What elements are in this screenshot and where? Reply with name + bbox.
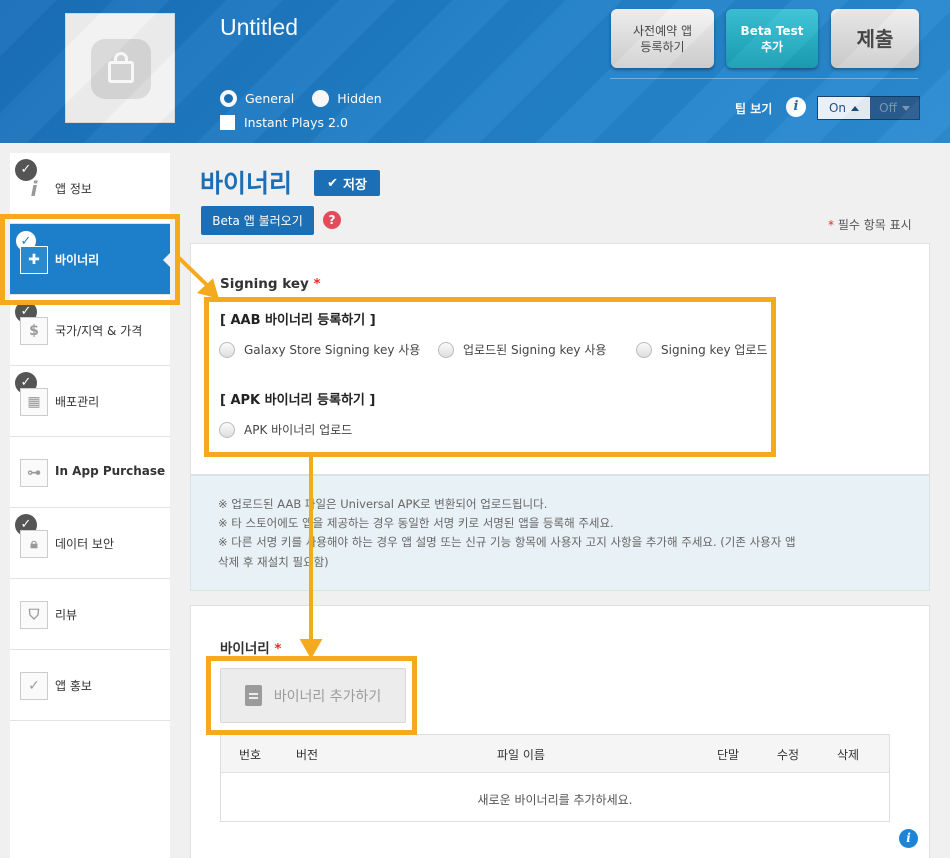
- column-header: 수정: [777, 748, 800, 762]
- general-radio-label: General: [245, 91, 295, 106]
- help-icon[interactable]: ?: [323, 211, 341, 229]
- app-icon-placeholder[interactable]: [65, 13, 175, 123]
- info-icon[interactable]: i: [786, 97, 806, 117]
- visibility-radio-group: General Hidden: [220, 90, 400, 107]
- binary-label: 바이너리 *: [220, 641, 282, 657]
- instant-plays-label: Instant Plays 2.0: [244, 115, 348, 130]
- beta-test-add-button[interactable]: Beta Test 추가: [726, 9, 818, 68]
- shield-icon: ⛉: [20, 601, 48, 629]
- promo-icon: ✓: [20, 672, 48, 700]
- caret-down-icon: [901, 105, 910, 111]
- instant-plays-row: Instant Plays 2.0: [220, 115, 348, 130]
- sidebar-item-review[interactable]: ⛉ 리뷰: [10, 579, 170, 650]
- calendar-icon: ▦: [20, 388, 48, 416]
- instant-plays-checkbox[interactable]: [220, 115, 235, 130]
- toggle-off[interactable]: Off: [870, 97, 919, 119]
- hidden-radio-label: Hidden: [337, 91, 382, 106]
- preorder-register-button[interactable]: 사전예약 앱 등록하기: [611, 9, 714, 68]
- sidebar-item-country-price[interactable]: ✓ $ 국가/지역 & 가격: [10, 295, 170, 366]
- sidebar-item-label: 배포관리: [55, 395, 100, 409]
- dollar-icon: $: [20, 317, 48, 345]
- signing-key-label: Signing key *: [220, 276, 321, 292]
- highlight-box-signing: [204, 297, 776, 457]
- app-header: Untitled 사전예약 앱 등록하기 Beta Test 추가 제출 Gen…: [0, 0, 950, 143]
- page-title: 바이너리: [200, 169, 293, 198]
- sidebar-item-label: 국가/지역 & 가격: [55, 324, 143, 338]
- sidebar-item-app-promotion[interactable]: ✓ 앱 홍보: [10, 650, 170, 721]
- save-button[interactable]: ✔ 저장: [314, 170, 380, 196]
- sidebar-item-label: 앱 정보: [55, 182, 92, 196]
- table-header: 번호 버전 파일 이름 단말 수정 삭제: [221, 735, 889, 773]
- info-icon: i: [30, 177, 38, 201]
- general-radio[interactable]: [220, 90, 237, 107]
- tip-toggle[interactable]: On Off: [817, 96, 920, 120]
- info-icon[interactable]: i: [899, 829, 918, 848]
- tip-label: 팁 보기: [735, 102, 773, 116]
- check-icon: ✔: [327, 175, 338, 191]
- binary-table: 번호 버전 파일 이름 단말 수정 삭제 새로운 바이너리를 추가하세요.: [220, 734, 890, 822]
- sidebar-item-label: 데이터 보안: [55, 537, 115, 551]
- table-empty-message: 새로운 바이너리를 추가하세요.: [477, 793, 633, 807]
- notice-line: ※ 타 스토어에도 앱을 제공하는 경우 동일한 서명 키로 서명된 앱을 등록…: [218, 516, 614, 530]
- notice-line: 삭제 후 재설치 필요함): [218, 555, 329, 569]
- shopping-bag-icon: [91, 39, 151, 99]
- required-note: * 필수 항목 표시: [828, 218, 912, 232]
- sidebar-item-label: 앱 홍보: [55, 679, 92, 693]
- app-title: Untitled: [220, 14, 298, 40]
- notice-line: ※ 업로드된 AAB 파일은 Universal APK로 변환되어 업로드됩니…: [218, 497, 548, 511]
- sidebar-item-data-security[interactable]: ✓ 🔒︎ 데이터 보안: [10, 508, 170, 579]
- beta-load-button[interactable]: Beta 앱 불러오기: [201, 206, 314, 235]
- column-header: 단말: [717, 748, 740, 762]
- notice-line: ※ 다른 서명 키를 사용해야 하는 경우 앱 설명 또는 신규 기능 항목에 …: [218, 535, 796, 549]
- sidebar-item-in-app-purchase[interactable]: ⊶ In App Purchase: [10, 437, 170, 508]
- caret-up-icon: [851, 105, 860, 111]
- highlight-box-sidebar: [0, 214, 180, 305]
- header-divider: [610, 78, 918, 79]
- hidden-radio[interactable]: [312, 90, 330, 107]
- column-header: 버전: [296, 748, 319, 762]
- notice-box: ※ 업로드된 AAB 파일은 Universal APK로 변환되어 업로드됩니…: [190, 475, 930, 591]
- sidebar-item-distribution[interactable]: ✓ ▦ 배포관리: [10, 366, 170, 437]
- toggle-on[interactable]: On: [818, 97, 870, 119]
- column-header: 번호: [239, 748, 262, 762]
- column-header: 파일 이름: [497, 748, 545, 762]
- network-icon: ⊶: [20, 459, 48, 487]
- sidebar-item-label: 리뷰: [55, 608, 78, 622]
- sidebar-item-label: In App Purchase: [55, 464, 166, 478]
- column-header: 삭제: [837, 748, 860, 762]
- lock-icon: 🔒︎: [20, 530, 48, 558]
- highlight-box-add-binary: [206, 656, 417, 735]
- submit-button[interactable]: 제출: [831, 9, 919, 68]
